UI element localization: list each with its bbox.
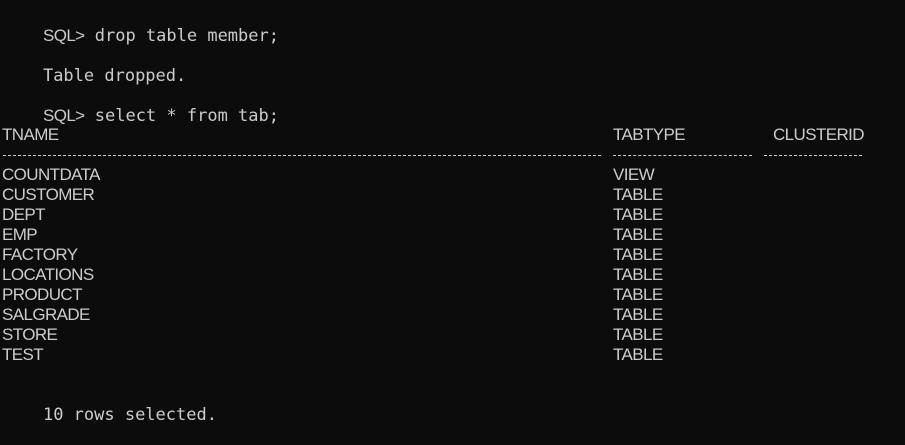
terminal-console[interactable]: SQL> drop table member; Table dropped. S… — [0, 0, 905, 425]
table-row: TEST TABLE — [0, 345, 905, 365]
cell-tabtype: TABLE — [613, 225, 663, 244]
cell-tabtype: TABLE — [613, 185, 663, 204]
table-row: COUNTDATA VIEW — [0, 165, 905, 185]
table-row: EMP TABLE — [0, 225, 905, 245]
table-row: CUSTOMER TABLE — [0, 185, 905, 205]
cell-tname: CUSTOMER — [2, 185, 95, 204]
cell-tname: TEST — [2, 345, 44, 364]
cell-tname: SALGRADE — [2, 305, 90, 324]
command-result: Table dropped. — [2, 46, 186, 86]
table-row: DEPT TABLE — [0, 205, 905, 225]
table-row: FACTORY TABLE — [0, 245, 905, 265]
table-row: STORE TABLE — [0, 325, 905, 345]
command-text: drop table member; — [94, 26, 279, 46]
column-header-tabtype: TABTYPE — [613, 125, 686, 144]
cell-tabtype: TABLE — [613, 205, 663, 224]
sql-prompt: SQL> — [42, 26, 85, 45]
command-text: select * from tab; — [94, 106, 279, 126]
result-text: Table dropped. — [42, 66, 187, 86]
cell-tabtype: TABLE — [613, 265, 663, 284]
cell-tname: STORE — [2, 325, 58, 344]
table-row: LOCATIONS TABLE — [0, 265, 905, 285]
cell-tname: DEPT — [2, 205, 46, 224]
cell-tabtype: TABLE — [613, 305, 663, 324]
column-separator-tabtype — [613, 155, 752, 157]
cell-tname: FACTORY — [2, 245, 78, 264]
cell-tname: COUNTDATA — [2, 165, 100, 184]
table-row: PRODUCT TABLE — [0, 285, 905, 305]
summary-text: 10 rows selected. — [42, 405, 217, 425]
sql-prompt: SQL> — [42, 106, 85, 125]
cell-tabtype: TABLE — [613, 325, 663, 344]
cell-tname: PRODUCT — [2, 285, 82, 304]
column-separator-clusterid — [764, 155, 862, 157]
column-header-tname: TNAME — [2, 125, 59, 144]
cell-tabtype: TABLE — [613, 245, 663, 264]
cell-tname: EMP — [2, 225, 38, 244]
result-header-row: TNAME TABTYPE CLUSTERID — [0, 125, 905, 145]
column-header-clusterid: CLUSTERID — [773, 125, 865, 144]
cell-tabtype: TABLE — [613, 345, 663, 364]
cell-tabtype: VIEW — [613, 165, 655, 184]
table-row: SALGRADE TABLE — [0, 305, 905, 325]
rows-selected-summary: 10 rows selected. — [2, 385, 217, 425]
column-separator-tname — [3, 155, 601, 157]
cell-tabtype: TABLE — [613, 285, 663, 304]
command-line-1: SQL> drop table member; — [2, 6, 279, 46]
cell-tname: LOCATIONS — [2, 265, 94, 284]
command-line-2: SQL> select * from tab; — [2, 86, 279, 126]
